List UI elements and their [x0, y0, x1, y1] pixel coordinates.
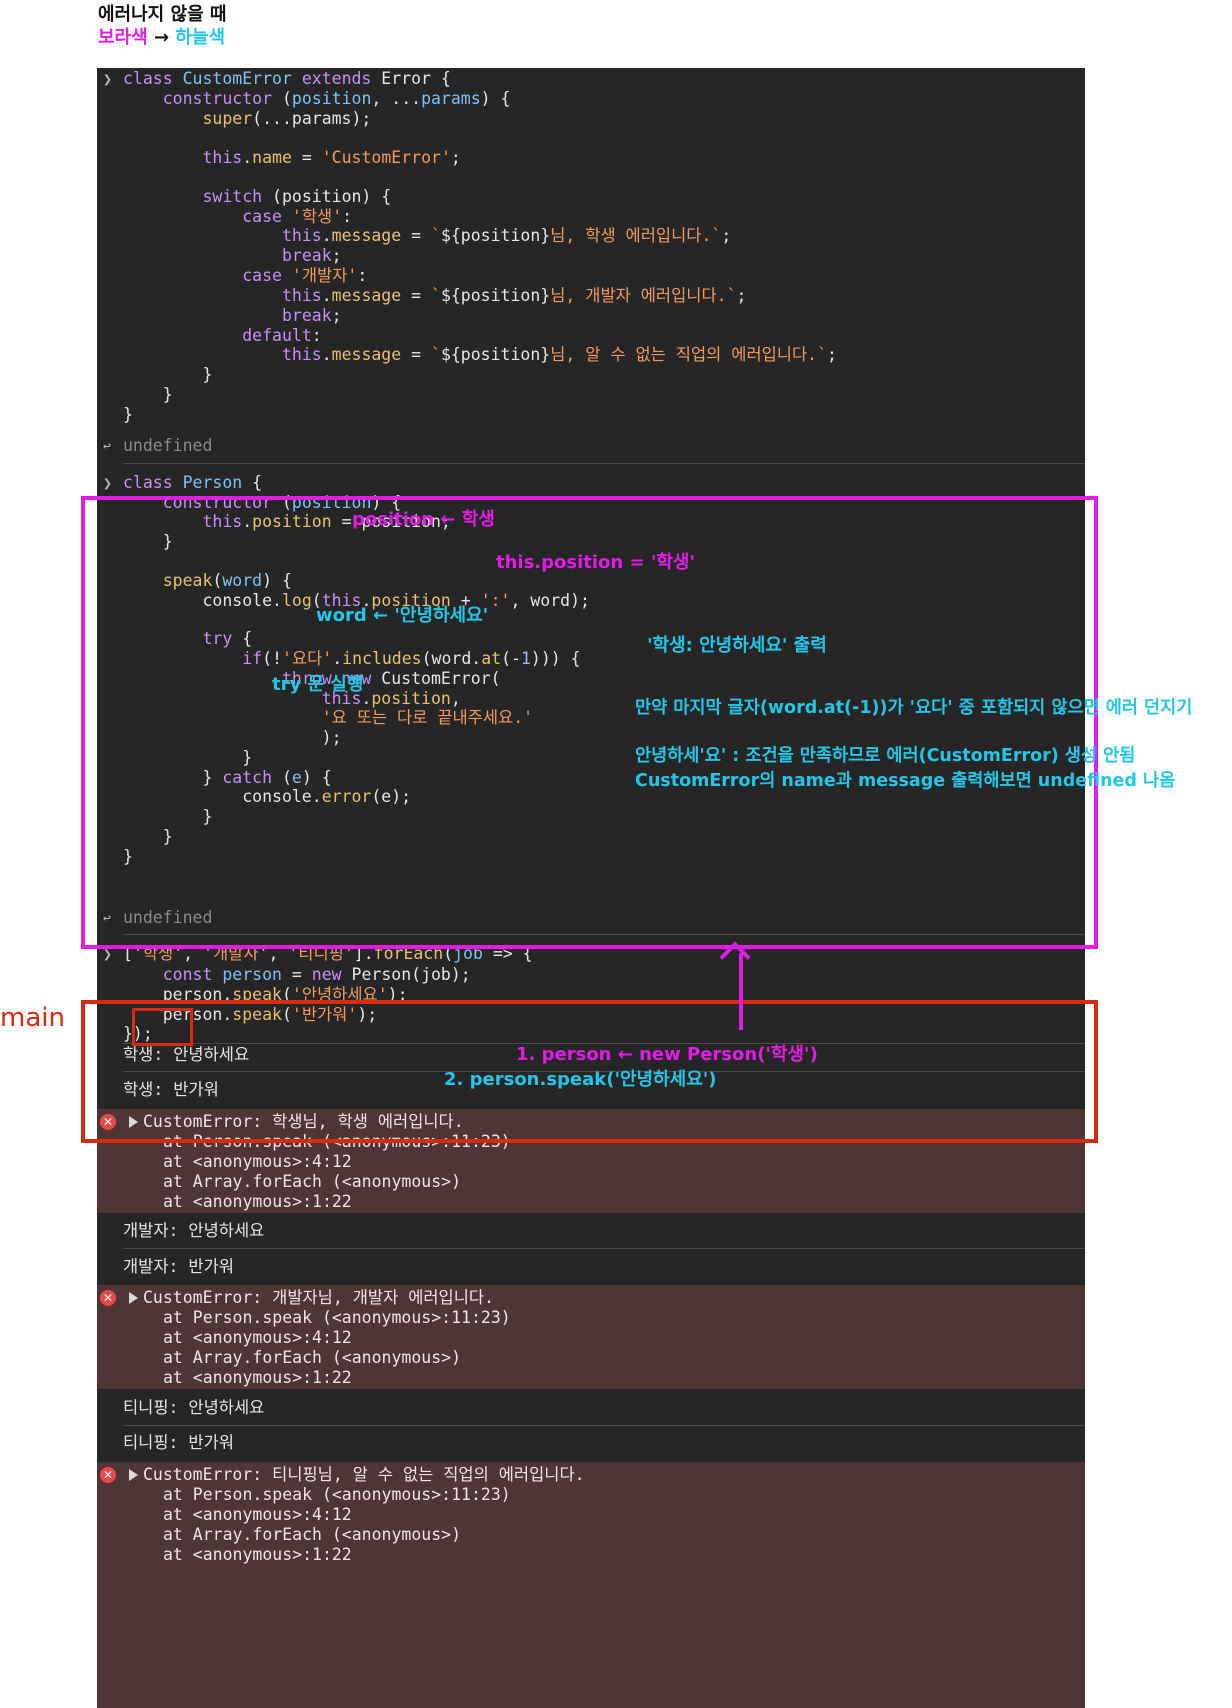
legend-arrow: → [153, 27, 170, 48]
prompt-chevron-icon: ❯ [103, 70, 113, 88]
result-undefined: ↩ undefined [97, 435, 1085, 457]
expand-triangle-icon[interactable] [129, 1292, 138, 1304]
log-output: 개발자: 안녕하세요 [123, 1221, 265, 1240]
expand-triangle-icon[interactable] [129, 1469, 138, 1481]
annotation-word: word ← '안녕하세요' [316, 605, 489, 626]
annotation-undefined: CustomError의 name과 message 출력해보면 undefin… [635, 771, 1176, 791]
annotation-this-position: this.position = '학생' [496, 552, 695, 573]
student-highlight-box [132, 1008, 193, 1046]
error-entry[interactable]: ✕ CustomError: 개발자님, 개발자 에러입니다. at Perso… [97, 1285, 1085, 1389]
error-icon: ✕ [100, 1467, 116, 1483]
legend-cyan: 하늘색 [175, 27, 226, 48]
header-legend: 보라색 → 하늘색 [98, 23, 225, 49]
separator [123, 463, 1085, 464]
annotation-person: 1. person ← new Person('학생') [516, 1044, 818, 1065]
annotation-position: position ← 학생 [352, 509, 495, 530]
annotation-print: '학생: 안녕하세요' 출력 [647, 635, 827, 656]
prompt-chevron-icon: ❯ [103, 474, 113, 492]
annotation-try: try 문 실행 [272, 674, 364, 695]
legend-purple: 보라색 [98, 27, 148, 48]
annotation-speak: 2. person.speak('안녕하세요') [444, 1069, 717, 1090]
annotation-condition: 안녕하세'요' : 조건을 만족하므로 에러(CustomError) 생성 안… [635, 746, 1136, 766]
log-output: 개발자: 반가워 [123, 1257, 234, 1276]
error-icon: ✕ [100, 1290, 116, 1306]
annotation-main: main [0, 1003, 65, 1033]
annotation-if: 만약 마지막 글자(word.at(-1))가 '요다' 중 포함되지 않으면 … [635, 698, 1193, 718]
log-output: 티니핑: 반가워 [123, 1433, 234, 1452]
log-output: 티니핑: 안녕하세요 [123, 1398, 265, 1417]
return-arrow-icon: ↩ [103, 439, 111, 454]
error-entry[interactable]: ✕ CustomError: 티니핑님, 알 수 없는 직업의 에러입니다. a… [97, 1462, 1085, 1708]
